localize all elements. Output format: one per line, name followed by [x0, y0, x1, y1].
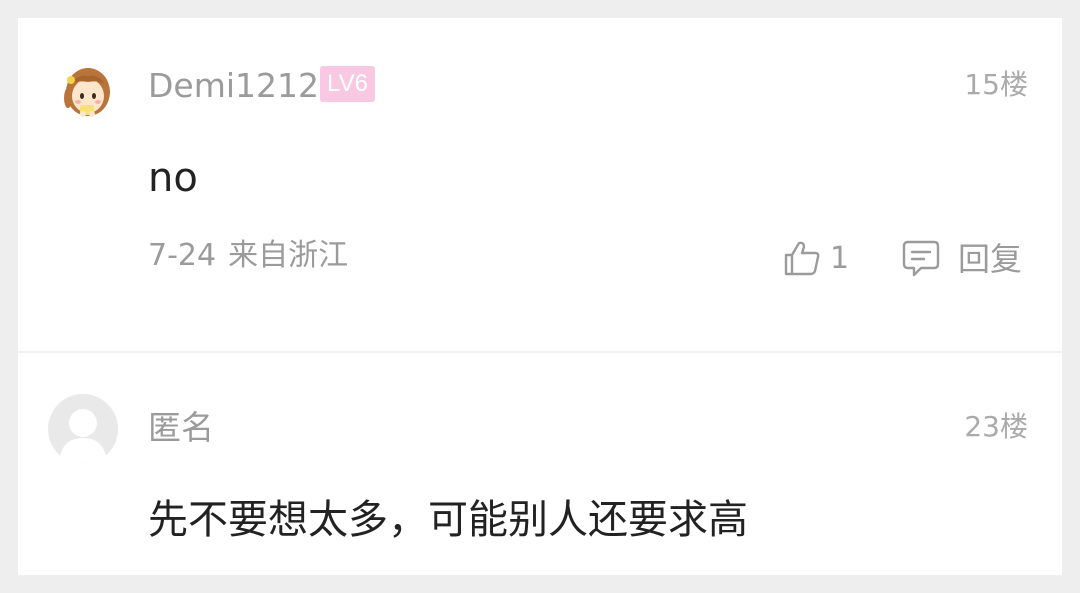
comment-list: Demi1212 LV6 15楼 no 7-24 来自浙江 1 回复 匿名 23… — [18, 18, 1062, 575]
comment-meta: 7-24 来自浙江 — [148, 236, 348, 276]
like-count: 1 — [830, 241, 850, 276]
anonymous-avatar-icon — [48, 394, 118, 464]
like-button[interactable] — [782, 238, 822, 278]
level-badge: LV6 — [320, 66, 375, 102]
username[interactable]: 匿名 — [148, 408, 214, 448]
username[interactable]: Demi1212 — [148, 66, 319, 106]
comment-date: 7-24 — [148, 238, 217, 273]
comment-text: 先不要想太多，可能别人还要求高 — [148, 497, 748, 543]
floor-number: 23楼 — [964, 410, 1028, 443]
floor-number: 15楼 — [964, 68, 1028, 101]
cartoon-girl-avatar-icon — [64, 68, 110, 117]
thumbs-up-icon — [784, 241, 820, 276]
divider — [18, 351, 1062, 353]
reply-label[interactable]: 回复 — [958, 239, 1022, 279]
comment-text: no — [148, 155, 198, 201]
comment-location: 来自浙江 — [228, 238, 349, 273]
user-avatar[interactable] — [48, 394, 118, 464]
comment-bubble-icon — [902, 240, 940, 277]
user-avatar[interactable] — [54, 54, 122, 122]
reply-button[interactable] — [901, 238, 941, 280]
